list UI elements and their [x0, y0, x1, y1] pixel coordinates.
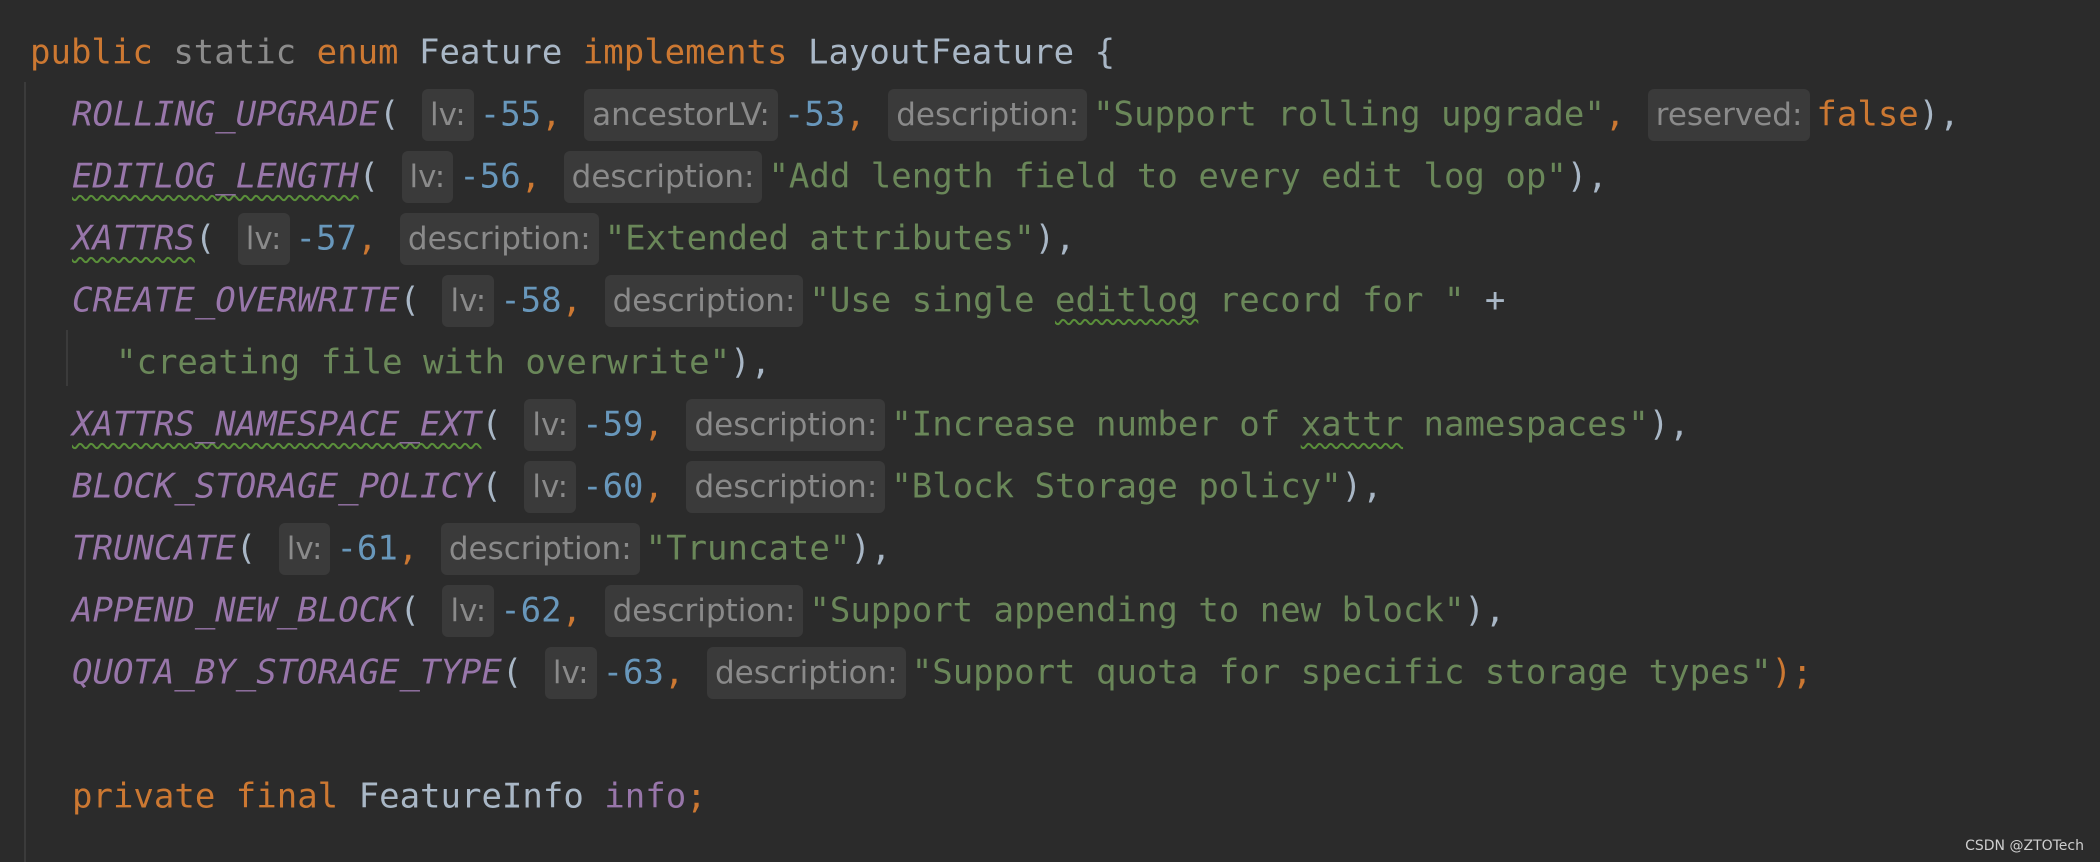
enum-constant: EDITLOG_LENGTH	[72, 156, 359, 197]
description-string: "Support appending to new block"	[809, 590, 1465, 631]
param-hint-description: description:	[686, 398, 886, 451]
description-string-typo: xattr	[1300, 404, 1404, 445]
param-hint-description: description:	[604, 584, 804, 637]
param-hint-description: description:	[440, 522, 640, 575]
enum-name: Feature	[419, 32, 563, 73]
code-line-append-new-block: APPEND_NEW_BLOCK( lv: -62, description: "S…	[72, 578, 1505, 640]
entry-terminator: ),	[1566, 156, 1608, 197]
reserved-value: false	[1816, 94, 1919, 135]
param-hint-lv: lv:	[442, 274, 495, 327]
keyword-final: final	[235, 776, 339, 817]
code-line-block-storage-policy: BLOCK_STORAGE_POLICY( lv: -60, descriptio…	[72, 454, 1383, 516]
description-string: "Add length field to every edit log op"	[768, 156, 1567, 197]
code-line-editlog-length: EDITLOG_LENGTH( lv: -56, description: "Add…	[72, 144, 1608, 206]
description-string: "Support rolling upgrade"	[1093, 94, 1605, 135]
keyword-private: private	[72, 776, 216, 817]
entry-terminator: );	[1771, 652, 1813, 693]
lv-value: -56	[459, 156, 521, 197]
field-type: FeatureInfo	[358, 776, 584, 817]
code-line-create-overwrite-continued: "creating file with overwrite"),	[116, 330, 771, 392]
concat-operator: +	[1484, 280, 1506, 321]
enum-constant: CREATE_OVERWRITE	[72, 280, 400, 321]
param-hint-lv: lv:	[237, 212, 290, 265]
code-line-enum-declaration: public static enum Feature implements La…	[30, 20, 1115, 82]
param-hint-reserved: reserved:	[1647, 88, 1811, 141]
description-string: "Extended attributes"	[604, 218, 1035, 259]
code-line-create-overwrite: CREATE_OVERWRITE( lv: -58, description: "U…	[72, 268, 1505, 330]
param-hint-ancestor-lv: ancestorLV:	[584, 88, 778, 141]
description-string-part: namespaces"	[1403, 404, 1649, 445]
description-string: "Support quota for specific storage type…	[911, 652, 1772, 693]
lv-value: -63	[602, 652, 664, 693]
open-brace: {	[1094, 32, 1116, 73]
param-hint-description: description:	[604, 274, 804, 327]
description-string-typo: editlog	[1055, 280, 1199, 321]
interface-name: LayoutFeature	[807, 32, 1075, 73]
param-hint-lv: lv:	[422, 88, 474, 141]
entry-terminator: ),	[850, 528, 892, 569]
enum-constant: BLOCK_STORAGE_POLICY	[72, 466, 482, 507]
param-hint-lv: lv:	[524, 398, 577, 451]
param-hint-description: description:	[563, 150, 763, 203]
description-string-part: record for "	[1198, 280, 1465, 321]
description-string-part: "Increase number of	[891, 404, 1301, 445]
enum-constant: ROLLING_UPGRADE	[72, 94, 380, 135]
lv-value: -61	[336, 528, 398, 569]
lv-value: -55	[479, 94, 542, 135]
enum-constant: XATTRS_NAMESPACE_EXT	[72, 404, 482, 445]
keyword-static: static	[173, 32, 297, 73]
indent-guide-continuation	[66, 330, 68, 386]
keyword-public: public	[30, 32, 153, 73]
code-line-truncate: TRUNCATE( lv: -61, description: "Truncate"…	[72, 516, 891, 578]
watermark: CSDN @ZTOTech	[1965, 838, 2084, 854]
enum-constant: QUOTA_BY_STORAGE_TYPE	[72, 652, 502, 693]
keyword-enum: enum	[316, 32, 399, 73]
code-line-field-declaration: private final FeatureInfo info;	[72, 764, 707, 826]
lv-value: -59	[582, 404, 644, 445]
entry-terminator: ),	[1918, 94, 1960, 135]
lv-value: -58	[500, 280, 562, 321]
code-line-quota-by-storage-type: QUOTA_BY_STORAGE_TYPE( lv: -63, descripti…	[72, 640, 1812, 702]
param-hint-lv: lv:	[524, 460, 577, 513]
field-name: info	[604, 776, 687, 817]
entry-terminator: ),	[1464, 590, 1506, 631]
description-string-continued: "creating file with overwrite"	[116, 342, 731, 383]
semicolon: ;	[686, 776, 707, 817]
description-string-part: "Use single	[809, 280, 1056, 321]
code-editor[interactable]: public static enum Feature implements La…	[0, 0, 2100, 862]
param-hint-lv: lv:	[401, 150, 454, 203]
param-hint-description: description:	[399, 212, 599, 265]
param-hint-description: description:	[888, 88, 1088, 141]
lv-value: -62	[500, 590, 562, 631]
ancestor-lv-value: -53	[783, 94, 846, 135]
description-string: "Block Storage policy"	[891, 466, 1342, 507]
param-hint-lv: lv:	[278, 522, 331, 575]
keyword-implements: implements	[582, 32, 788, 73]
code-line-xattrs: XATTRS( lv: -57, description: "Extended at…	[72, 206, 1076, 268]
code-line-rolling-upgrade: ROLLING_UPGRADE( lv: -55, ancestorLV: -53,…	[72, 82, 1960, 144]
enum-constant: TRUNCATE	[72, 528, 236, 569]
entry-terminator: ),	[1341, 466, 1383, 507]
enum-constant: XATTRS	[72, 218, 195, 259]
code-line-xattrs-namespace-ext: XATTRS_NAMESPACE_EXT( lv: -59, descriptio…	[72, 392, 1690, 454]
entry-terminator: ),	[1034, 218, 1076, 259]
lv-value: -60	[582, 466, 644, 507]
enum-constant: APPEND_NEW_BLOCK	[72, 590, 400, 631]
param-hint-description: description:	[706, 646, 906, 699]
indent-guide	[24, 82, 26, 862]
param-hint-lv: lv:	[544, 646, 597, 699]
param-hint-description: description:	[686, 460, 886, 513]
entry-terminator: ),	[1648, 404, 1690, 445]
entry-terminator: ),	[730, 342, 772, 383]
description-string: "Truncate"	[645, 528, 851, 569]
lv-value: -57	[295, 218, 357, 259]
param-hint-lv: lv:	[442, 584, 495, 637]
